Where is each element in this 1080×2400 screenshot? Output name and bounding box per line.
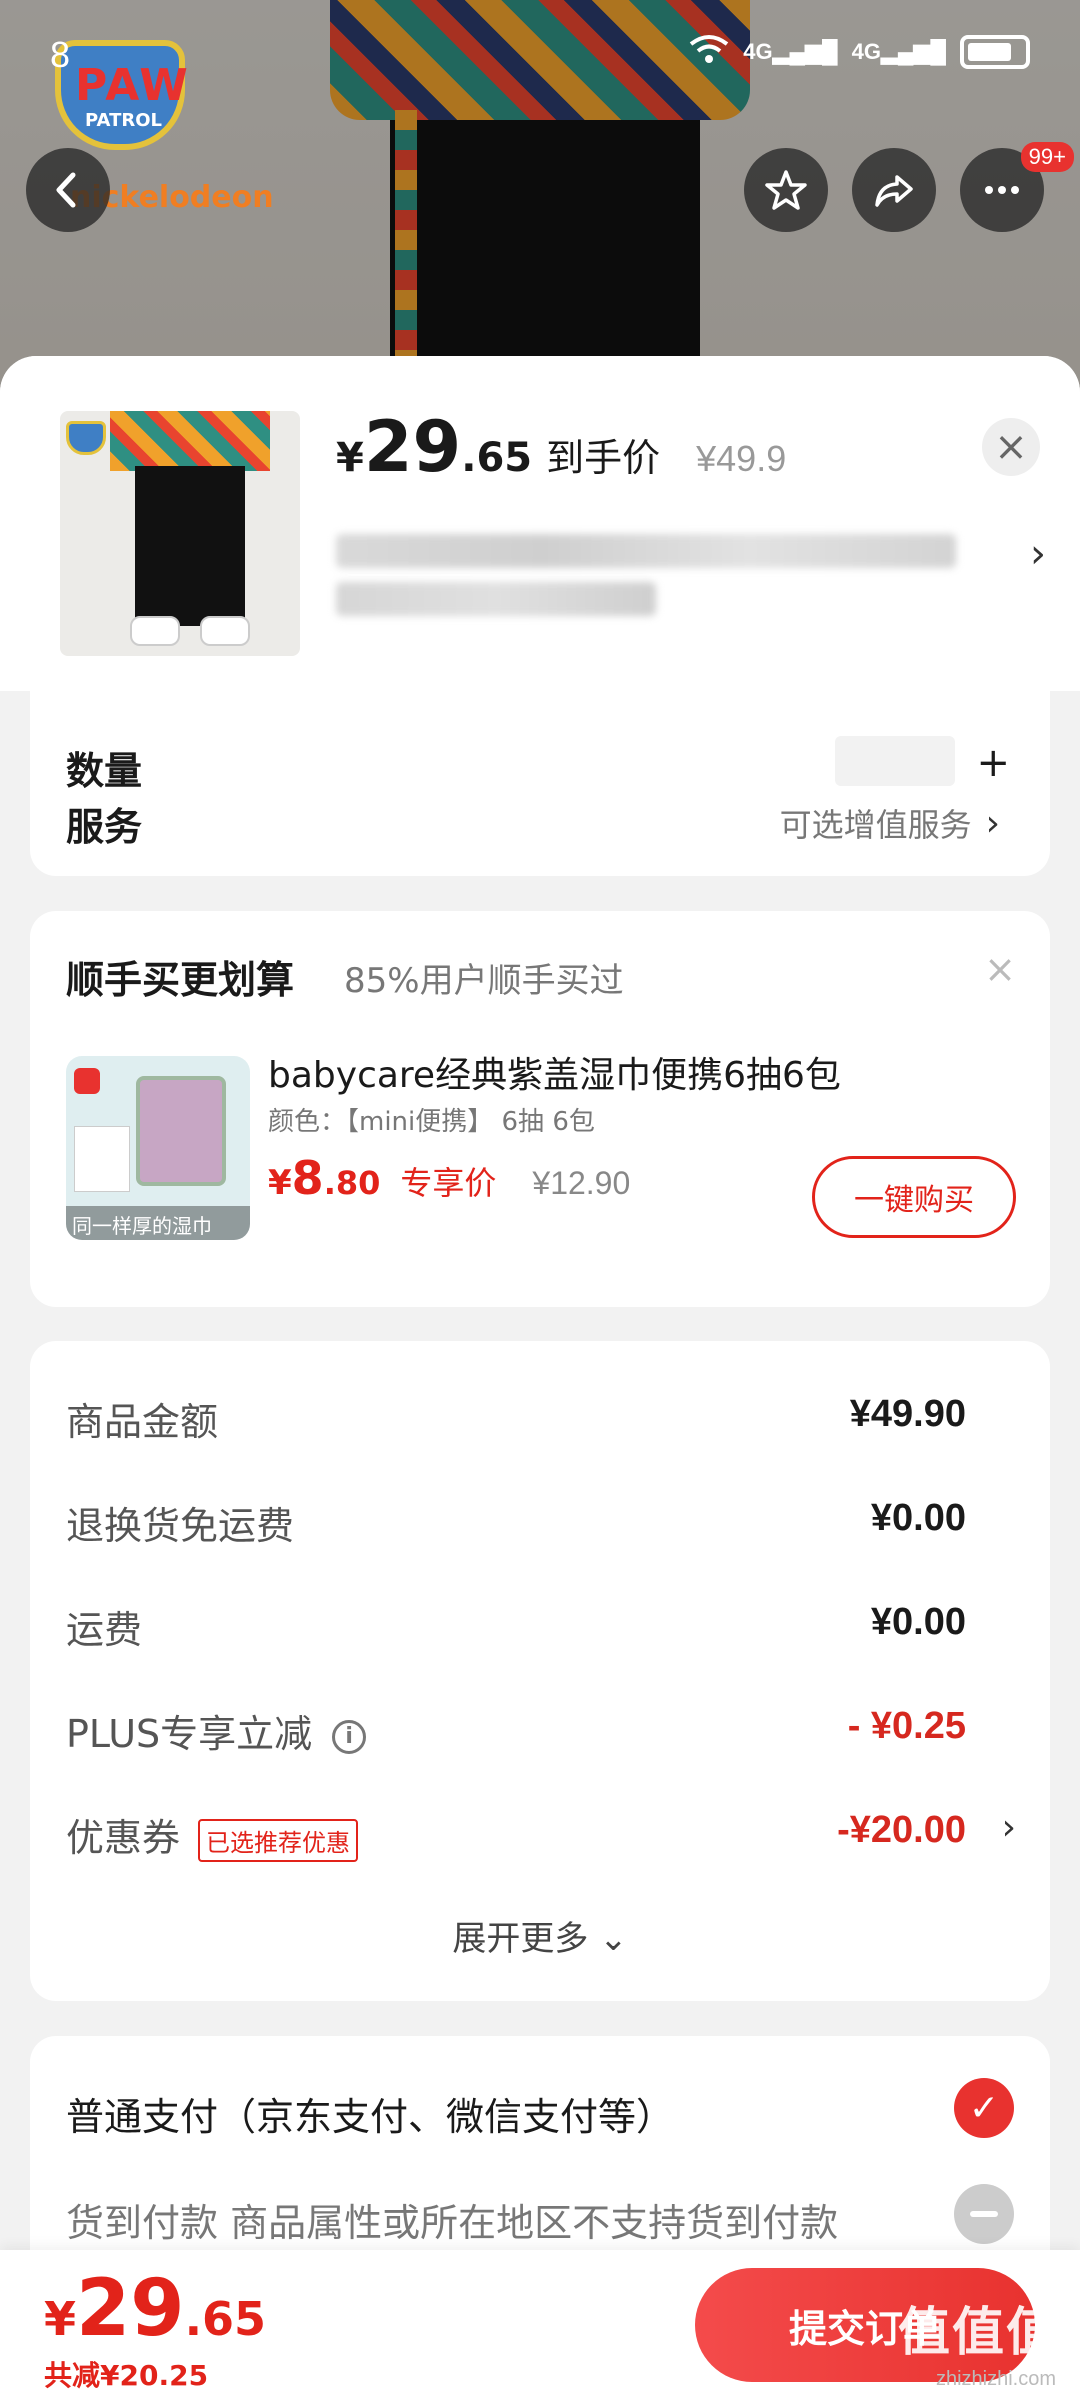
- price-summary-card: 商品金额 ¥49.90 退换货免运费 ¥0.00 运费 ¥0.00 PLUS专享…: [30, 1341, 1050, 2001]
- wifi-icon: [689, 34, 729, 70]
- sheet-header: ¥ 29 .65 到手价 ¥49.9 × ›: [0, 356, 1080, 691]
- price-decimal: .65: [461, 435, 533, 481]
- summary-label-item-amount: 商品金额: [66, 1400, 219, 1444]
- final-price-label: 到手价: [546, 436, 661, 480]
- coupon-text: 优惠券: [66, 1816, 181, 1860]
- payment-option-cod: 货到付款 商品属性或所在地区不支持货到付款: [66, 2201, 839, 2245]
- summary-label-shipping: 运费: [66, 1608, 143, 1652]
- chevron-right-icon[interactable]: ›: [1030, 531, 1046, 577]
- summary-value-shipping: ¥0.00: [870, 1601, 966, 1643]
- exclusive-price-label: 专享价: [400, 1164, 497, 1202]
- favorite-button[interactable]: [744, 148, 828, 232]
- chevron-right-icon[interactable]: ›: [1002, 1807, 1016, 1848]
- checkout-bar: ¥ 29 .65 共减¥20.25 提交订单 值值值 zhizhizhi.com: [0, 2250, 1080, 2400]
- status-bar: 8 4G▂▄▆█ 4G▂▄▆█: [0, 20, 1080, 90]
- checkmark-icon[interactable]: ✓: [954, 2078, 1014, 2138]
- summary-label-plus-discount: PLUS专享立减 i: [66, 1703, 367, 1758]
- plus-icon[interactable]: +: [976, 740, 1010, 786]
- bundle-product-image[interactable]: 同一样厚的湿巾: [66, 1056, 250, 1240]
- price-decimal: .65: [184, 2292, 267, 2346]
- more-dots-icon: [985, 186, 1019, 194]
- disabled-icon: [954, 2184, 1014, 2244]
- bundle-product-name[interactable]: babycare经典紫盖湿巾便携6抽6包: [268, 1046, 841, 1098]
- site-watermark: 值值值: [897, 2303, 1060, 2363]
- coupon-badge: 已选推荐优惠: [198, 1819, 359, 1862]
- bundle-subtitle: 85%用户顺手买过: [344, 961, 624, 1001]
- site-watermark-url: zhizhizhi.com: [935, 2368, 1056, 2390]
- price-integer: 29: [76, 2264, 185, 2354]
- price-decimal: .80: [323, 1164, 381, 1202]
- info-icon[interactable]: i: [332, 1719, 367, 1754]
- bundle-title: 顺手买更划算: [66, 958, 295, 1002]
- close-icon: ×: [994, 424, 1028, 470]
- original-price: ¥49.9: [696, 438, 787, 479]
- service-selector[interactable]: 可选增值服务 ›: [780, 800, 1000, 846]
- more-button[interactable]: 99+: [960, 142, 1074, 232]
- service-value: 可选增值服务: [779, 806, 972, 844]
- summary-label-return-shipping: 退换货免运费: [66, 1504, 295, 1548]
- quantity-label: 数量: [66, 749, 143, 793]
- bundle-card: 顺手买更划算 85%用户顺手买过 × 同一样厚的湿巾 babycare经典紫盖湿…: [30, 911, 1050, 1307]
- original-price: ¥12.90: [532, 1165, 631, 1201]
- total-saved: 共减¥20.25: [44, 2359, 209, 2392]
- summary-label-coupon[interactable]: 优惠券 已选推荐优惠: [66, 1807, 359, 1862]
- network-type: 4G: [743, 39, 773, 64]
- bundle-product-spec: 颜色：【mini便携】 6抽 6包: [268, 1107, 595, 1137]
- summary-value-return-shipping: ¥0.00: [870, 1497, 966, 1539]
- product-thumbnail[interactable]: [60, 411, 300, 656]
- signal-icon: 4G▂▄▆█: [743, 39, 838, 64]
- status-time: 8: [50, 34, 71, 75]
- back-button[interactable]: [26, 148, 110, 232]
- summary-value-coupon[interactable]: -¥20.00: [837, 1809, 966, 1852]
- quantity-stepper[interactable]: [835, 736, 955, 786]
- network-type-2: 4G: [851, 39, 881, 64]
- share-icon: [875, 175, 913, 207]
- plus-discount-text: PLUS专享立减: [66, 1712, 313, 1756]
- brand-sub: PATROL: [85, 110, 162, 131]
- share-button[interactable]: [852, 148, 936, 232]
- price-currency: ¥: [336, 435, 364, 481]
- expand-more-button[interactable]: 展开更多 ⌄: [30, 1911, 1050, 1960]
- star-icon: [765, 170, 807, 210]
- price-currency: ¥: [44, 2292, 77, 2346]
- signal-icon-2: 4G▂▄▆█: [851, 39, 946, 64]
- one-click-buy-button[interactable]: 一键购买: [812, 1156, 1016, 1238]
- close-button[interactable]: ×: [982, 418, 1040, 476]
- order-sheet: ¥ 29 .65 到手价 ¥49.9 × › 数量 + 服务 可选增值服务 › …: [0, 356, 1080, 2400]
- image-caption: 同一样厚的湿巾: [66, 1206, 250, 1240]
- summary-value-item-amount: ¥49.90: [849, 1393, 966, 1435]
- payment-option-normal[interactable]: 普通支付（京东支付、微信支付等）: [66, 2086, 674, 2141]
- notification-badge: 99+: [1020, 142, 1074, 172]
- service-label: 服务: [66, 805, 143, 849]
- battery-icon: [960, 35, 1030, 69]
- price-currency: ¥: [268, 1163, 292, 1203]
- total-price: ¥ 29 .65: [44, 2264, 266, 2354]
- selected-spec-blurred[interactable]: [336, 526, 956, 626]
- summary-value-plus-discount: - ¥0.25: [847, 1705, 966, 1747]
- bundle-price: ¥ 8 .80 专享价 ¥12.90: [268, 1151, 630, 1205]
- close-icon[interactable]: ×: [984, 947, 1016, 991]
- chevron-right-icon: ›: [985, 802, 1000, 844]
- price-integer: 8: [291, 1151, 324, 1205]
- chevron-left-icon: [56, 172, 76, 208]
- price-integer: 29: [363, 406, 462, 488]
- price-line: ¥ 29 .65 到手价 ¥49.9: [336, 406, 786, 488]
